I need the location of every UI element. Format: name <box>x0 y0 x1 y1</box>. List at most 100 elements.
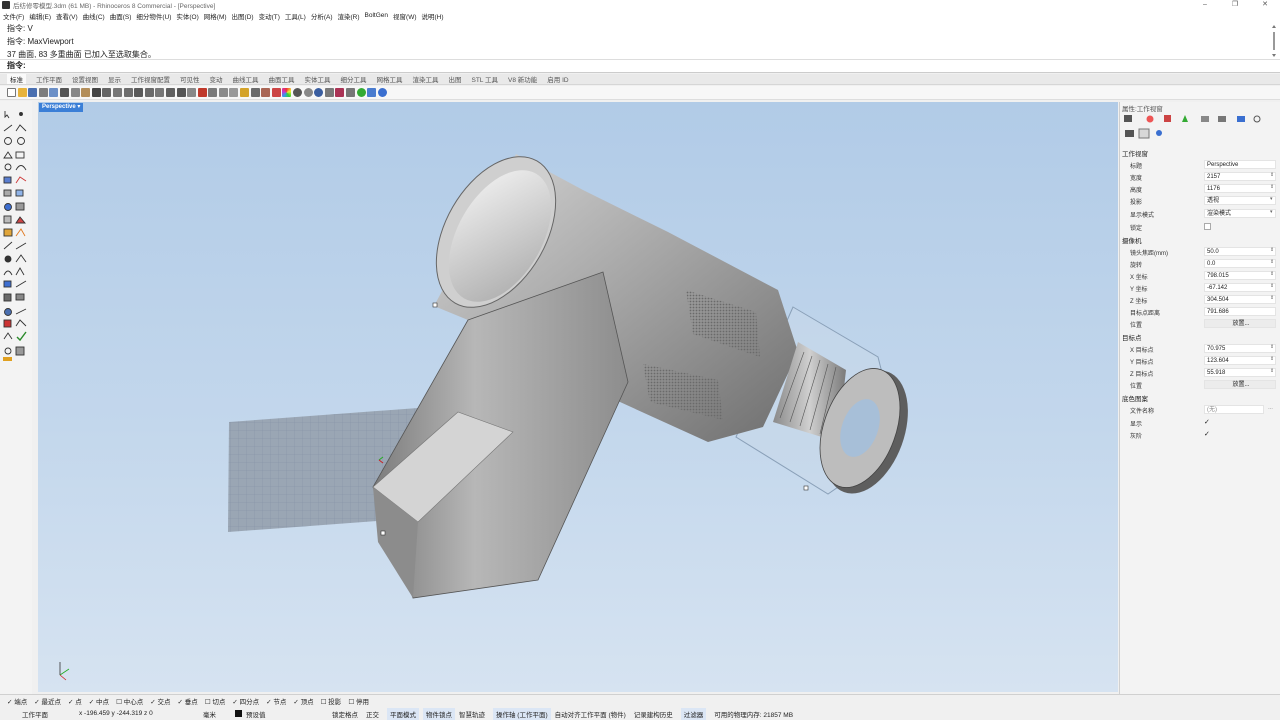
refresh-icon[interactable] <box>1253 115 1261 123</box>
cut-icon[interactable] <box>59 88 69 97</box>
target-z-field[interactable]: 55.918 <box>1204 368 1276 377</box>
osnap-intersection[interactable]: ✓ 交点 <box>150 696 170 706</box>
camera-x-field[interactable]: 798.015 <box>1204 271 1276 280</box>
osnap-point[interactable]: ✓ 点 <box>68 696 82 706</box>
menu-help[interactable]: 说明(H) <box>422 11 444 21</box>
print-icon[interactable] <box>38 88 48 97</box>
lock-objects-icon[interactable] <box>229 88 239 97</box>
menu-view[interactable]: 查看(V) <box>56 11 78 21</box>
close-button[interactable]: ✕ <box>1250 0 1280 10</box>
osnap-project[interactable]: ☐ 投影 <box>321 696 342 706</box>
camera-icon[interactable] <box>1125 130 1134 137</box>
color-icon[interactable] <box>1146 115 1154 123</box>
target-y-field[interactable]: 123.604 <box>1204 356 1276 365</box>
color-wheel-icon[interactable] <box>282 88 292 97</box>
layer-icon[interactable] <box>240 88 250 97</box>
paste-icon[interactable] <box>81 88 91 97</box>
gray-checkbox[interactable]: ✓ <box>1204 430 1210 438</box>
cplane-icon[interactable] <box>197 88 207 97</box>
properties-icon[interactable] <box>261 88 271 97</box>
status-history[interactable]: 记录建构历史 <box>634 709 673 719</box>
help-icon[interactable] <box>377 88 387 97</box>
osnap-vertex[interactable]: ✓ 顶点 <box>293 696 313 706</box>
tab-v8-new[interactable]: V8 新功能 <box>508 74 537 84</box>
redo-icon[interactable] <box>102 88 112 97</box>
display-mode-select[interactable]: 渲染模式 <box>1204 209 1276 218</box>
tab-viewport-layout[interactable]: 工作视窗配置 <box>131 74 170 84</box>
menu-surface[interactable]: 曲面(S) <box>110 11 132 21</box>
status-cplane[interactable]: 工作平面 <box>22 709 79 719</box>
minimize-button[interactable]: – <box>1190 0 1220 10</box>
menu-analyze[interactable]: 分析(A) <box>311 11 333 21</box>
menu-curve[interactable]: 曲线(C) <box>83 11 105 21</box>
spinner-icon[interactable]: ⇕ <box>1270 271 1274 277</box>
perspective-viewport[interactable]: Perspective ▾ <box>38 102 1118 692</box>
zoom-selected-icon[interactable] <box>165 88 175 97</box>
open-folder-icon[interactable] <box>17 88 27 97</box>
camera-z-field[interactable]: 304.504 <box>1204 295 1276 304</box>
place-camera-button[interactable]: 放置... <box>1204 319 1276 328</box>
rotate-view-icon[interactable] <box>123 88 133 97</box>
spinner-icon[interactable]: ⇕ <box>1270 259 1274 265</box>
place-target-button[interactable]: 放置... <box>1204 380 1276 389</box>
export-icon[interactable] <box>49 88 59 97</box>
osnap-mid[interactable]: ✓ 中点 <box>89 696 109 706</box>
texture-icon[interactable] <box>1201 116 1209 122</box>
save-icon[interactable] <box>28 88 38 97</box>
tab-visibility[interactable]: 可见性 <box>180 74 200 84</box>
new-file-icon[interactable] <box>7 88 16 97</box>
hide-objects-icon[interactable] <box>218 88 228 97</box>
osnap-disable[interactable]: ☐ 停用 <box>348 696 369 706</box>
status-gumball[interactable]: 操作轴 (工作平面) <box>493 707 551 720</box>
tab-drafting[interactable]: 出图 <box>449 74 462 84</box>
viewport-props-icon[interactable] <box>1138 128 1150 139</box>
show-checkbox[interactable]: ✓ <box>1204 418 1210 426</box>
menu-subd[interactable]: 细分物件(U) <box>136 11 171 21</box>
menu-file[interactable]: 文件(F) <box>3 11 24 21</box>
menu-solid[interactable]: 实体(O) <box>176 11 198 21</box>
light-icon[interactable] <box>250 88 260 97</box>
osnap-perp[interactable]: ✓ 垂点 <box>177 696 197 706</box>
tab-cplanes[interactable]: 工作平面 <box>36 74 62 84</box>
osnap-tangent[interactable]: ☐ 切点 <box>205 696 226 706</box>
osnap-quad[interactable]: ✓ 四分点 <box>232 696 259 706</box>
tab-solid-tools[interactable]: 实体工具 <box>305 74 331 84</box>
spinner-icon[interactable]: ⇕ <box>1270 368 1274 374</box>
copy-icon[interactable] <box>70 88 80 97</box>
materials-icon[interactable] <box>271 88 281 97</box>
osnap-end[interactable]: ✓ 端点 <box>7 696 27 706</box>
control-point[interactable] <box>432 302 438 308</box>
dimension-icon[interactable] <box>335 88 345 97</box>
status-units[interactable]: 毫米 <box>203 709 235 719</box>
browse-icon[interactable]: … <box>1268 405 1273 411</box>
zoom-window-icon[interactable] <box>144 88 154 97</box>
menu-boltgen[interactable]: BoltGen <box>365 12 389 19</box>
monitor-icon[interactable] <box>1124 115 1132 122</box>
tab-subd-tools[interactable]: 细分工具 <box>341 74 367 84</box>
control-point[interactable] <box>380 530 386 536</box>
tab-set-view[interactable]: 设置视图 <box>72 74 98 84</box>
status-ortho[interactable]: 正交 <box>366 709 379 719</box>
height-field[interactable]: 1176 <box>1204 184 1276 193</box>
four-views-icon[interactable] <box>187 88 197 97</box>
show-objects-icon[interactable] <box>208 88 218 97</box>
spinner-icon[interactable]: ⇕ <box>1270 283 1274 289</box>
settings-icon[interactable] <box>1156 130 1162 136</box>
pan-icon[interactable] <box>112 88 122 97</box>
camera-y-field[interactable]: -67.142 <box>1204 283 1276 292</box>
menu-transform[interactable]: 变动(T) <box>259 11 280 21</box>
shaded-sphere-icon[interactable] <box>293 88 303 97</box>
rendered-sphere-icon[interactable] <box>303 88 313 97</box>
history-scrollbar[interactable] <box>1271 24 1277 58</box>
match-view-icon[interactable] <box>367 88 377 97</box>
control-point[interactable] <box>803 485 809 491</box>
material-icon[interactable] <box>1164 115 1171 122</box>
osnap-near[interactable]: ✓ 最近点 <box>34 696 61 706</box>
tab-display[interactable]: 显示 <box>108 74 121 84</box>
menu-edit[interactable]: 编辑(E) <box>29 11 51 21</box>
chevron-down-icon[interactable]: ▾ <box>1270 209 1273 215</box>
title-field[interactable]: Perspective <box>1204 160 1276 169</box>
spinner-icon[interactable]: ⇕ <box>1270 295 1274 301</box>
tab-surface-tools[interactable]: 曲面工具 <box>269 74 295 84</box>
zoom-extents-icon[interactable] <box>155 88 165 97</box>
